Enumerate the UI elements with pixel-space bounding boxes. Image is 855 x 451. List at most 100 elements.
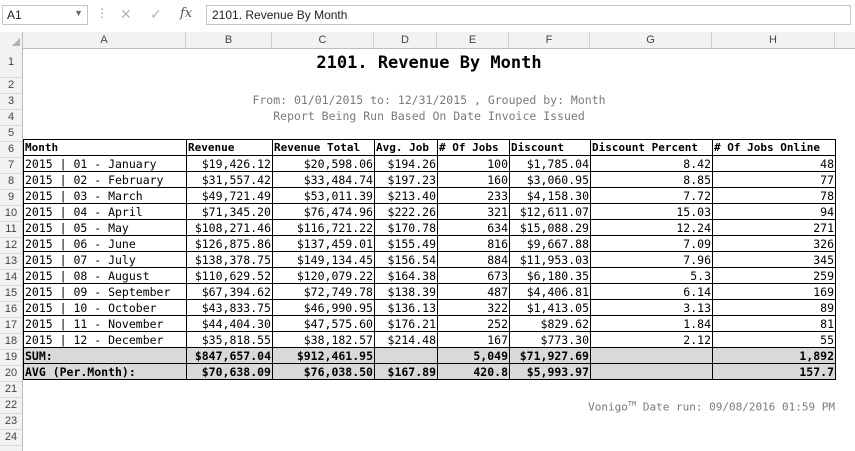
row-header[interactable]: 1 (0, 48, 22, 78)
table-cell[interactable]: $138.39 (374, 283, 438, 300)
table-cell[interactable]: $53,011.39 (272, 187, 375, 204)
table-cell[interactable]: 167 (437, 331, 510, 348)
row-header[interactable]: 21 (0, 382, 22, 398)
table-cell[interactable]: 12.24 (590, 219, 713, 236)
row-header[interactable]: 8 (0, 174, 22, 190)
column-header[interactable]: B (186, 32, 272, 48)
table-cell[interactable]: 816 (437, 235, 510, 252)
table-cell[interactable] (374, 347, 438, 364)
table-cell[interactable]: $47,575.60 (272, 315, 375, 332)
table-cell[interactable]: $11,953.03 (509, 251, 591, 268)
table-cell[interactable]: 1.84 (590, 315, 713, 332)
chevron-down-icon[interactable]: ▼ (74, 8, 83, 18)
table-cell[interactable]: 7.72 (590, 187, 713, 204)
table-cell[interactable]: $120,079.22 (272, 267, 375, 284)
table-cell[interactable]: $31,557.42 (186, 171, 273, 188)
table-cell[interactable]: $110,629.52 (186, 267, 273, 284)
table-cell[interactable]: $773.30 (509, 331, 591, 348)
table-cell[interactable]: 169 (712, 283, 836, 300)
table-cell[interactable]: $44,404.30 (186, 315, 273, 332)
row-header[interactable]: 2 (0, 78, 22, 94)
row-header[interactable]: 10 (0, 206, 22, 222)
table-cell[interactable]: $76,038.50 (272, 363, 375, 380)
table-cell[interactable]: $71,345.20 (186, 203, 273, 220)
table-cell[interactable]: $6,180.35 (509, 267, 591, 284)
row-header[interactable]: 23 (0, 414, 22, 430)
table-cell[interactable]: 5.3 (590, 267, 713, 284)
table-cell[interactable]: 634 (437, 219, 510, 236)
table-cell[interactable]: 233 (437, 187, 510, 204)
table-cell[interactable]: 271 (712, 219, 836, 236)
formula-input[interactable]: 2101. Revenue By Month (206, 5, 851, 25)
row-header[interactable]: 16 (0, 302, 22, 318)
table-cell[interactable]: 160 (437, 171, 510, 188)
table-cell[interactable]: 78 (712, 187, 836, 204)
table-cell[interactable]: 259 (712, 267, 836, 284)
table-cell[interactable]: $4,158.30 (509, 187, 591, 204)
table-cell[interactable]: 2015 | 03 - March (23, 187, 187, 204)
enter-check-icon[interactable]: ✓ (150, 6, 162, 23)
table-cell[interactable]: 2015 | 04 - April (23, 203, 187, 220)
cancel-icon[interactable]: ✕ (120, 6, 132, 23)
worksheet[interactable]: 2101. Revenue By Month From: 01/01/2015 … (23, 48, 855, 451)
table-cell[interactable]: 487 (437, 283, 510, 300)
table-cell[interactable]: 55 (712, 331, 836, 348)
table-cell[interactable]: $19,426.12 (186, 155, 273, 172)
table-cell[interactable]: $35,818.55 (186, 331, 273, 348)
table-cell[interactable]: $1,413.05 (509, 299, 591, 316)
table-cell[interactable]: 2015 | 05 - May (23, 219, 187, 236)
table-cell[interactable]: 326 (712, 235, 836, 252)
table-header-cell[interactable]: Discount Percent (590, 139, 713, 156)
table-cell[interactable]: $829.62 (509, 315, 591, 332)
row-header[interactable]: 19 (0, 350, 22, 366)
column-header[interactable]: G (590, 32, 712, 48)
table-cell[interactable]: SUM: (23, 347, 187, 364)
row-header[interactable]: 7 (0, 158, 22, 174)
row-header[interactable]: 17 (0, 318, 22, 334)
table-cell[interactable]: $33,484.74 (272, 171, 375, 188)
table-cell[interactable]: $9,667.88 (509, 235, 591, 252)
row-header[interactable]: 11 (0, 222, 22, 238)
table-cell[interactable]: 2015 | 06 - June (23, 235, 187, 252)
table-cell[interactable]: $71,927.69 (509, 347, 591, 364)
table-cell[interactable]: $176.21 (374, 315, 438, 332)
table-cell[interactable]: $194.26 (374, 155, 438, 172)
table-cell[interactable]: $15,088.29 (509, 219, 591, 236)
table-header-cell[interactable]: Month (23, 139, 187, 156)
table-cell[interactable]: 100 (437, 155, 510, 172)
name-box[interactable]: A1 ▼ (2, 5, 88, 25)
table-cell[interactable]: 7.96 (590, 251, 713, 268)
table-cell[interactable]: $46,990.95 (272, 299, 375, 316)
table-cell[interactable]: $4,406.81 (509, 283, 591, 300)
column-header[interactable]: F (509, 32, 590, 48)
row-header[interactable]: 9 (0, 190, 22, 206)
column-header[interactable]: A (23, 32, 186, 48)
row-header[interactable]: 14 (0, 270, 22, 286)
table-cell[interactable]: 2015 | 12 - December (23, 331, 187, 348)
row-header[interactable]: 6 (0, 142, 22, 158)
table-cell[interactable]: $214.48 (374, 331, 438, 348)
table-cell[interactable]: 77 (712, 171, 836, 188)
table-cell[interactable]: 1,892 (712, 347, 836, 364)
table-cell[interactable]: 322 (437, 299, 510, 316)
table-cell[interactable]: $20,598.06 (272, 155, 375, 172)
table-cell[interactable]: $138,378.75 (186, 251, 273, 268)
table-cell[interactable]: 252 (437, 315, 510, 332)
column-header[interactable]: E (437, 32, 509, 48)
table-cell[interactable]: $222.26 (374, 203, 438, 220)
row-header[interactable]: 18 (0, 334, 22, 350)
table-cell[interactable]: AVG (Per.Month): (23, 363, 187, 380)
table-cell[interactable]: $108,271.46 (186, 219, 273, 236)
table-cell[interactable]: 2015 | 01 - January (23, 155, 187, 172)
table-cell[interactable]: $5,993.97 (509, 363, 591, 380)
table-cell[interactable]: $1,785.04 (509, 155, 591, 172)
table-cell[interactable]: 884 (437, 251, 510, 268)
table-cell[interactable]: $155.49 (374, 235, 438, 252)
table-cell[interactable]: 2.12 (590, 331, 713, 348)
table-cell[interactable]: $43,833.75 (186, 299, 273, 316)
table-cell[interactable]: 2015 | 11 - November (23, 315, 187, 332)
row-header[interactable]: 4 (0, 110, 22, 126)
table-cell[interactable]: 15.03 (590, 203, 713, 220)
table-cell[interactable]: $3,060.95 (509, 171, 591, 188)
table-cell[interactable]: $912,461.95 (272, 347, 375, 364)
